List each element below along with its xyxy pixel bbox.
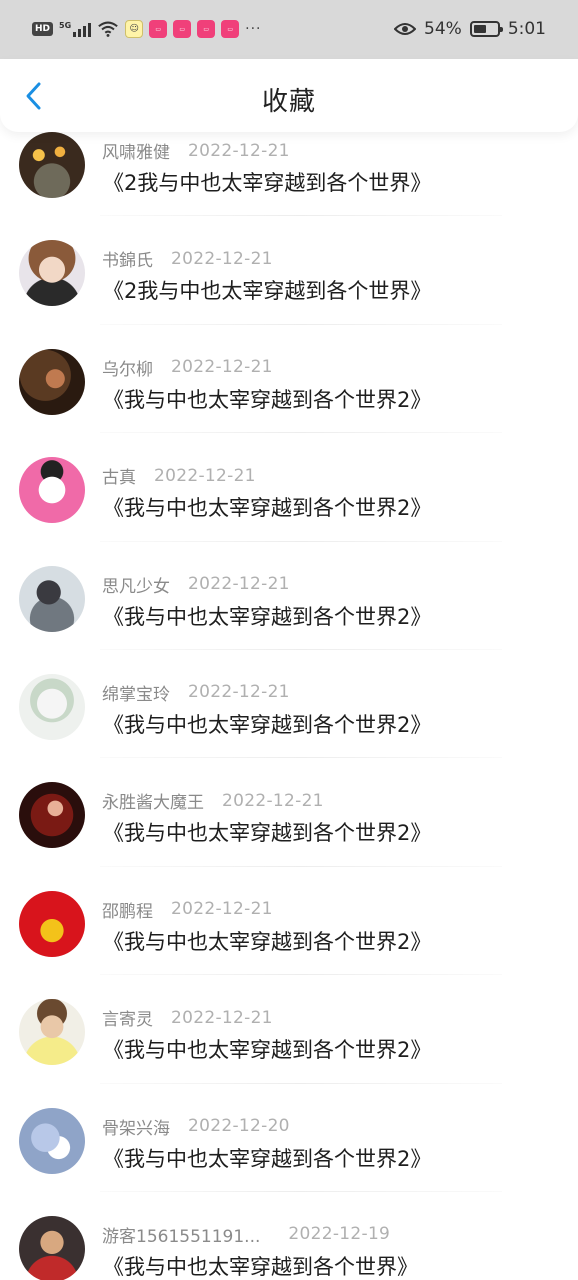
avatar[interactable] — [19, 999, 85, 1066]
item-meta: 游客1561551191... 2022-12-19 — [102, 1222, 390, 1247]
item-meta: 言寄灵 2022-12-21 — [102, 1005, 273, 1031]
date: 2022-12-21 — [154, 465, 256, 486]
bilibili-icon: ▭ — [197, 20, 216, 38]
status-bar-right: 54% 5:01 — [394, 17, 546, 41]
username[interactable]: 书錦氏 — [102, 246, 153, 271]
username[interactable]: 永胜酱大魔王 — [102, 788, 204, 813]
list-item[interactable]: 乌尔柳 2022-12-21 《我与中也太宰穿越到各个世界2》 — [0, 325, 578, 434]
username[interactable]: 风啸雅健 — [102, 138, 170, 163]
signal-icon: 5G — [59, 21, 92, 37]
book-title[interactable]: 《2我与中也太宰穿越到各个世界》 — [103, 275, 431, 305]
username[interactable]: 古真 — [102, 463, 136, 488]
wifi-icon — [98, 21, 118, 37]
username[interactable]: 乌尔柳 — [102, 355, 153, 380]
battery-percent: 54% — [424, 19, 462, 39]
username[interactable]: 言寄灵 — [102, 1005, 153, 1030]
item-meta: 思凡少女 2022-12-21 — [102, 572, 290, 597]
book-title[interactable]: 《我与中也太宰穿越到各个世界2》 — [103, 1034, 431, 1064]
list-item[interactable]: 书錦氏 2022-12-21 《2我与中也太宰穿越到各个世界》 — [0, 216, 578, 325]
eye-icon — [394, 23, 417, 35]
item-meta: 绵掌宝玲 2022-12-21 — [102, 680, 290, 705]
avatar[interactable] — [19, 348, 85, 415]
list-item[interactable]: 永胜酱大魔王 2022-12-21 《我与中也太宰穿越到各个世界2》 — [0, 758, 578, 867]
list-item[interactable]: 风啸雅健 2022-12-21 《2我与中也太宰穿越到各个世界》 — [0, 132, 578, 217]
bilibili-icon: ▭ — [149, 20, 168, 38]
book-title[interactable]: 《我与中也太宰穿越到各个世界》 — [103, 1251, 418, 1280]
date: 2022-12-21 — [188, 140, 290, 161]
username[interactable]: 游客1561551191... — [102, 1222, 260, 1247]
item-meta: 邵鹏程 2022-12-21 — [102, 897, 273, 922]
book-title[interactable]: 《2我与中也太宰穿越到各个世界》 — [103, 167, 431, 197]
avatar[interactable] — [19, 673, 85, 740]
date: 2022-12-21 — [171, 899, 273, 920]
book-title[interactable]: 《我与中也太宰穿越到各个世界2》 — [103, 817, 431, 847]
favorites-list[interactable]: 风啸雅健 2022-12-21 《2我与中也太宰穿越到各个世界》 书錦氏 202… — [0, 132, 578, 1280]
item-meta: 书錦氏 2022-12-21 — [102, 246, 273, 272]
list-item[interactable]: 言寄灵 2022-12-21 《我与中也太宰穿越到各个世界2》 — [0, 975, 578, 1084]
book-title[interactable]: 《我与中也太宰穿越到各个世界2》 — [103, 384, 431, 414]
avatar[interactable] — [19, 1215, 85, 1280]
list-item[interactable]: 思凡少女 2022-12-21 《我与中也太宰穿越到各个世界2》 — [0, 542, 578, 650]
book-title[interactable]: 《我与中也太宰穿越到各个世界2》 — [103, 1143, 431, 1173]
battery-icon — [469, 21, 503, 37]
date: 2022-12-21 — [171, 1007, 273, 1028]
date: 2022-12-20 — [188, 1116, 290, 1137]
avatar[interactable] — [19, 565, 85, 632]
item-meta: 古真 2022-12-21 — [102, 463, 256, 489]
list-item[interactable]: 游客1561551191... 2022-12-19 《我与中也太宰穿越到各个世… — [0, 1192, 578, 1280]
book-title[interactable]: 《我与中也太宰穿越到各个世界2》 — [103, 492, 431, 522]
username[interactable]: 思凡少女 — [102, 572, 170, 597]
date: 2022-12-21 — [222, 790, 324, 811]
username[interactable]: 骨架兴海 — [102, 1114, 170, 1139]
avatar[interactable] — [19, 457, 85, 524]
item-meta: 乌尔柳 2022-12-21 — [102, 355, 273, 380]
favorites-list-content: 风啸雅健 2022-12-21 《2我与中也太宰穿越到各个世界》 书錦氏 202… — [0, 132, 578, 1280]
item-meta: 风啸雅健 2022-12-21 — [102, 138, 290, 164]
username[interactable]: 绵掌宝玲 — [102, 680, 170, 705]
app-header: 收藏 — [0, 59, 578, 132]
more-notifications-icon: ··· — [245, 21, 262, 37]
list-item[interactable]: 古真 2022-12-21 《我与中也太宰穿越到各个世界2》 — [0, 433, 578, 542]
date: 2022-12-21 — [188, 682, 290, 703]
avatar[interactable] — [19, 1107, 85, 1174]
avatar[interactable] — [19, 240, 85, 307]
avatar[interactable] — [19, 890, 85, 957]
book-title[interactable]: 《我与中也太宰穿越到各个世界2》 — [103, 601, 431, 631]
notification-app-icon: ☺ — [125, 20, 144, 38]
avatar[interactable] — [19, 132, 85, 198]
book-title[interactable]: 《我与中也太宰穿越到各个世界2》 — [103, 926, 431, 956]
status-bar: HD 5G ☺ ▭ ▭ ▭ ▭ ··· 54% 5:01 — [0, 0, 578, 59]
date: 2022-12-21 — [171, 357, 273, 378]
date: 2022-12-19 — [288, 1224, 391, 1245]
item-meta: 永胜酱大魔王 2022-12-21 — [102, 788, 324, 814]
page-title: 收藏 — [261, 87, 316, 117]
username[interactable]: 邵鹏程 — [102, 897, 153, 922]
list-item[interactable]: 邵鹏程 2022-12-21 《我与中也太宰穿越到各个世界2》 — [0, 867, 578, 976]
network-type: 5G — [59, 21, 72, 30]
clock: 5:01 — [507, 19, 546, 39]
hd-badge: HD — [32, 22, 54, 36]
list-item[interactable]: 绵掌宝玲 2022-12-21 《我与中也太宰穿越到各个世界2》 — [0, 650, 578, 759]
avatar[interactable] — [19, 782, 85, 849]
item-meta: 骨架兴海 2022-12-20 — [102, 1114, 290, 1139]
date: 2022-12-21 — [188, 574, 290, 595]
status-bar-left: HD 5G ☺ ▭ ▭ ▭ ▭ ··· — [32, 18, 262, 40]
bilibili-icon: ▭ — [173, 20, 192, 38]
bilibili-icon: ▭ — [221, 20, 240, 38]
battery-level — [473, 25, 486, 33]
book-title[interactable]: 《我与中也太宰穿越到各个世界2》 — [103, 709, 431, 739]
list-item[interactable]: 骨架兴海 2022-12-20 《我与中也太宰穿越到各个世界2》 — [0, 1084, 578, 1192]
date: 2022-12-21 — [171, 248, 273, 269]
